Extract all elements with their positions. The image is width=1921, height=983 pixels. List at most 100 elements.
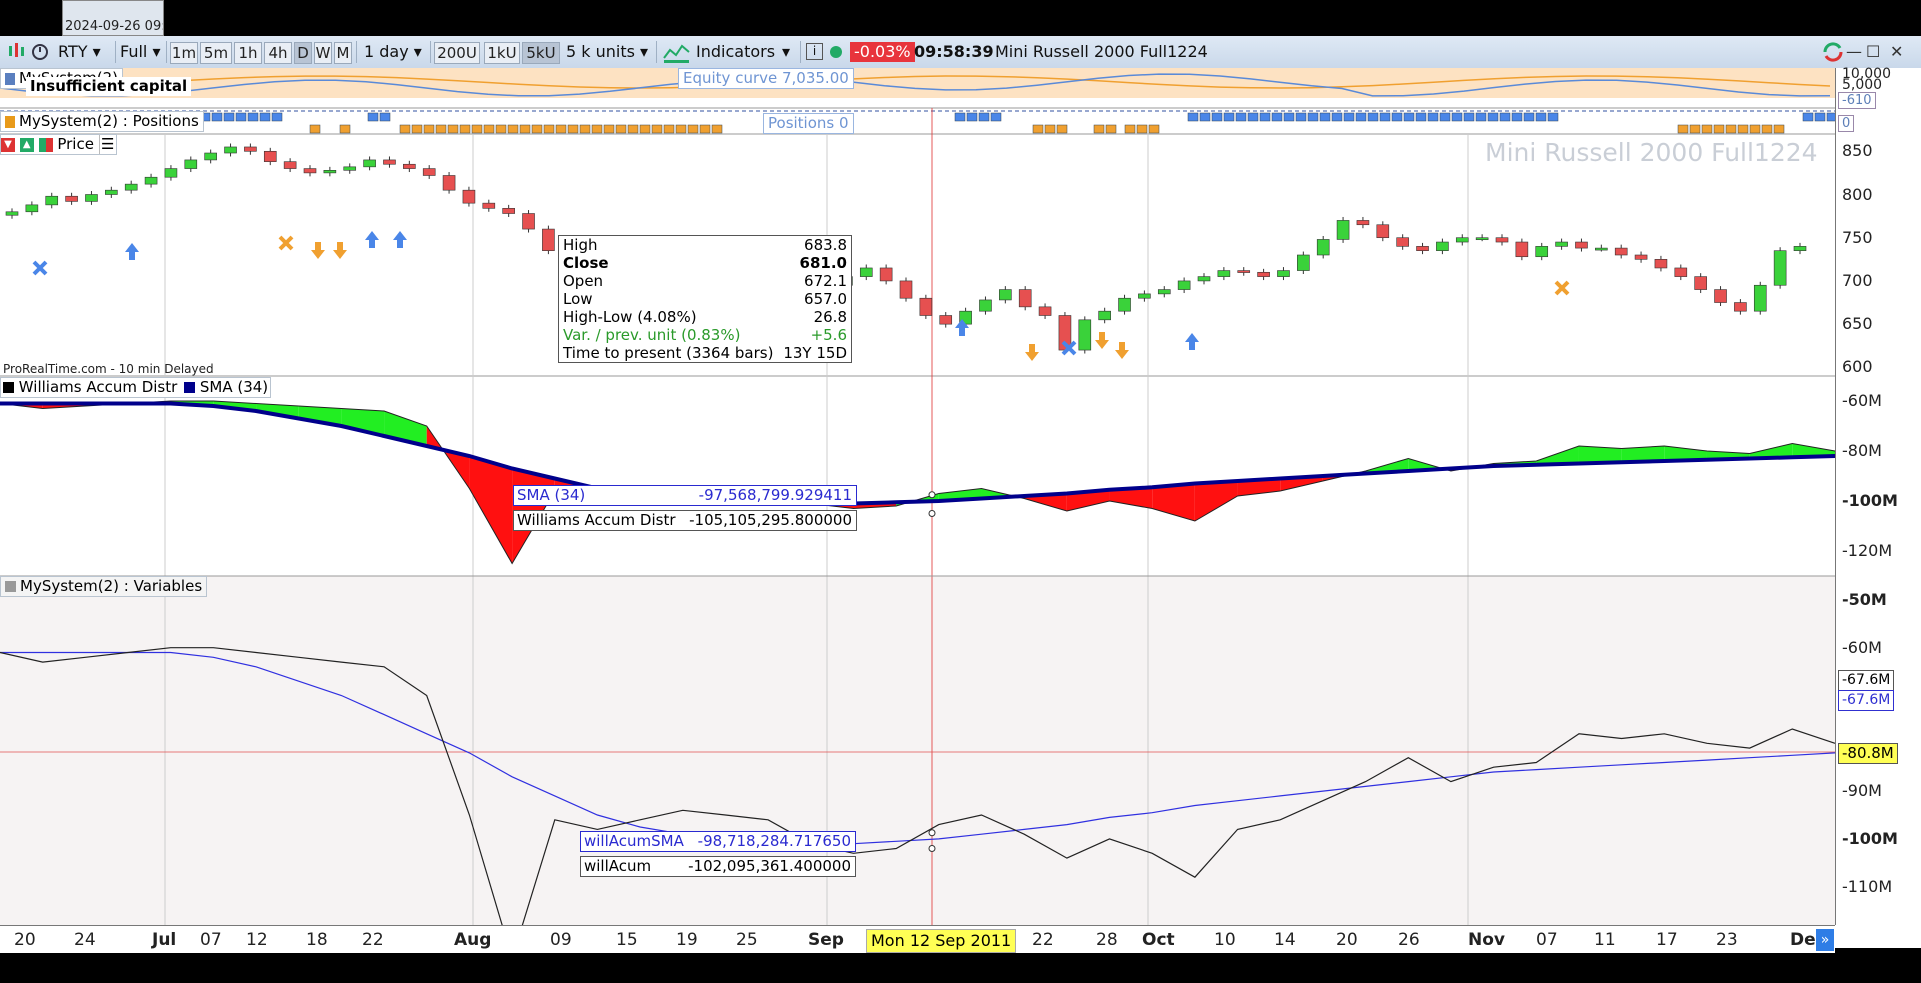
list-icon[interactable]: ☰ <box>98 135 116 154</box>
window-close-icon[interactable]: ✕ <box>1890 40 1903 64</box>
position-block <box>543 124 555 134</box>
symbol-select[interactable]: RTY ▾ <box>58 40 101 64</box>
indicators-dropdown[interactable]: ▾ <box>782 40 790 64</box>
position-block <box>235 112 247 122</box>
tooltip-value: 657.0 <box>804 290 847 308</box>
candle <box>1734 302 1747 312</box>
position-block <box>591 124 603 134</box>
position-block <box>1547 112 1559 122</box>
panel-label-williams[interactable]: Williams Accum Distr SMA (34) <box>0 377 272 398</box>
position-block <box>1713 124 1725 134</box>
candle <box>939 315 953 325</box>
sell-arrow-icon[interactable]: ▼ <box>1 137 15 152</box>
unit-button-1ku[interactable]: 1kU <box>484 42 520 64</box>
interval-button-4h[interactable]: 4h <box>264 42 292 64</box>
panel-label-positions[interactable]: MySystem(2) : Positions <box>0 111 204 132</box>
position-block <box>699 124 711 134</box>
cursor-dot <box>928 829 936 837</box>
cursor-dot <box>928 491 936 499</box>
chart-area[interactable]: MySystem(2) Insufficient capital Equity … <box>0 66 1921 948</box>
position-block <box>1283 112 1295 122</box>
window-maximize-icon[interactable]: ☐ <box>1866 40 1880 64</box>
position-block <box>309 124 321 134</box>
interval-button-m[interactable]: M <box>334 42 352 64</box>
unit-button-200u[interactable]: 200U <box>434 42 480 64</box>
buy-signal-icon <box>1185 333 1199 350</box>
window-minimize-icon[interactable]: — <box>1846 40 1862 64</box>
position-block <box>423 124 435 134</box>
position-block <box>1391 112 1403 122</box>
window-thumbnail[interactable]: 2024-09-26 09: <box>62 0 164 36</box>
position-block <box>1319 112 1331 122</box>
panel-label-variables[interactable]: MySystem(2) : Variables <box>0 576 208 597</box>
candle <box>124 183 138 191</box>
candle <box>343 166 357 171</box>
x-axis-label: 26 <box>1398 930 1420 950</box>
position-block <box>519 124 531 134</box>
unit-button-5ku[interactable]: 5kU <box>522 42 560 64</box>
variables-ytick: -100M <box>1842 828 1898 848</box>
candle <box>383 159 396 165</box>
candle <box>224 146 237 154</box>
candle <box>442 175 456 191</box>
chart-type-icon[interactable] <box>6 40 28 64</box>
indicators-icon[interactable] <box>662 40 692 64</box>
sma-color-icon <box>184 382 196 393</box>
candle <box>144 176 158 185</box>
interval-button-1m[interactable]: 1m <box>170 42 198 64</box>
tooltip-value: 683.8 <box>804 236 847 254</box>
candle <box>1078 319 1092 351</box>
buy-arrow-icon[interactable]: ▲ <box>19 137 34 152</box>
system-ytick: 5,000 <box>1842 77 1883 93</box>
x-axis-label: Aug <box>454 930 492 950</box>
refresh-icon[interactable] <box>1820 40 1846 64</box>
position-block <box>531 124 543 134</box>
candle <box>919 297 933 316</box>
position-block <box>1475 112 1487 122</box>
position-block <box>1802 112 1814 122</box>
candle <box>542 228 555 251</box>
chart-toolbar: RTY ▾ Full ▾ 1 day ▾ 5 k units ▾ Indicat… <box>0 36 1921 69</box>
position-block <box>978 112 990 122</box>
tooltip-row: Low 657.0 <box>559 290 851 308</box>
insufficient-capital-label: Insufficient capital <box>26 77 192 96</box>
x-axis-label: 07 <box>1536 930 1558 950</box>
candle <box>25 204 39 213</box>
position-block <box>211 112 223 122</box>
interval-button-5m[interactable]: 5m <box>200 42 232 64</box>
position-block <box>1331 112 1343 122</box>
interval-button-1h[interactable]: 1h <box>234 42 262 64</box>
candle <box>1316 239 1330 256</box>
scroll-right-button[interactable]: » <box>1816 929 1834 951</box>
panel-label-price[interactable]: ▼ ▲ Price ☰ <box>0 134 117 155</box>
candle <box>1038 306 1052 316</box>
williams-ytick: -60M <box>1842 391 1882 410</box>
interval-button-w[interactable]: W <box>314 42 332 64</box>
candle <box>1455 237 1469 243</box>
period-select[interactable]: 1 day ▾ <box>364 40 422 64</box>
indicators-button[interactable]: Indicators <box>696 40 775 64</box>
separator <box>115 41 116 63</box>
instrument-watermark: Mini Russell 2000 Full1224 <box>1485 138 1818 167</box>
x-axis[interactable]: 20 24 Jul 07 12 18 22 Aug 09 15 19 25 Sep 22 28 Oct 10 14… <box>0 925 1835 954</box>
view-select[interactable]: Full ▾ <box>120 40 160 64</box>
candle <box>1495 237 1509 243</box>
chart-canvas[interactable] <box>0 68 1921 948</box>
candle <box>184 159 198 169</box>
interval-button-d[interactable]: D <box>294 42 312 64</box>
units-select[interactable]: 5 k units ▾ <box>566 40 648 64</box>
candle <box>1475 237 1489 241</box>
x-axis-label: 10 <box>1214 930 1236 950</box>
candle <box>323 170 337 174</box>
tooltip-value: 672.1 <box>804 272 847 290</box>
position-block <box>1105 124 1117 134</box>
willacum-value-tag: willAcum -102,095,361.400000 <box>580 856 856 877</box>
stopwatch-icon[interactable] <box>30 40 50 64</box>
candle <box>899 280 913 299</box>
candle <box>1257 271 1270 277</box>
info-icon[interactable]: i <box>806 43 823 60</box>
position-block <box>1689 124 1701 134</box>
cursor-date-label: Mon 12 Sep 2011 <box>866 929 1017 953</box>
tooltip-label: Open <box>563 272 604 290</box>
position-block <box>627 124 639 134</box>
